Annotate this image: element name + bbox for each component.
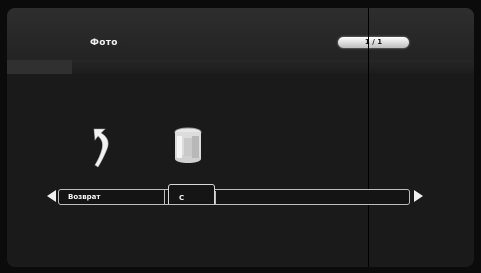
triangle-right-icon[interactable] [414,190,423,202]
selected-item[interactable]: C [168,184,216,205]
trash-icon[interactable] [173,127,203,167]
header-bar [7,8,474,60]
back-arrow-icon[interactable] [89,125,113,171]
page-counter: 1 / 1 [338,37,409,48]
divider-line [368,8,369,267]
action-bar: Возврат C [58,184,410,205]
bar-empty-area [216,190,408,204]
page-title: Фото [90,38,118,48]
photo-screen: Фото 1 / 1 Возврат C [7,8,474,267]
selected-item-label: C [179,191,216,205]
back-button[interactable]: Возврат [59,190,165,204]
header-strip [7,60,474,74]
triangle-left-icon[interactable] [47,190,56,202]
